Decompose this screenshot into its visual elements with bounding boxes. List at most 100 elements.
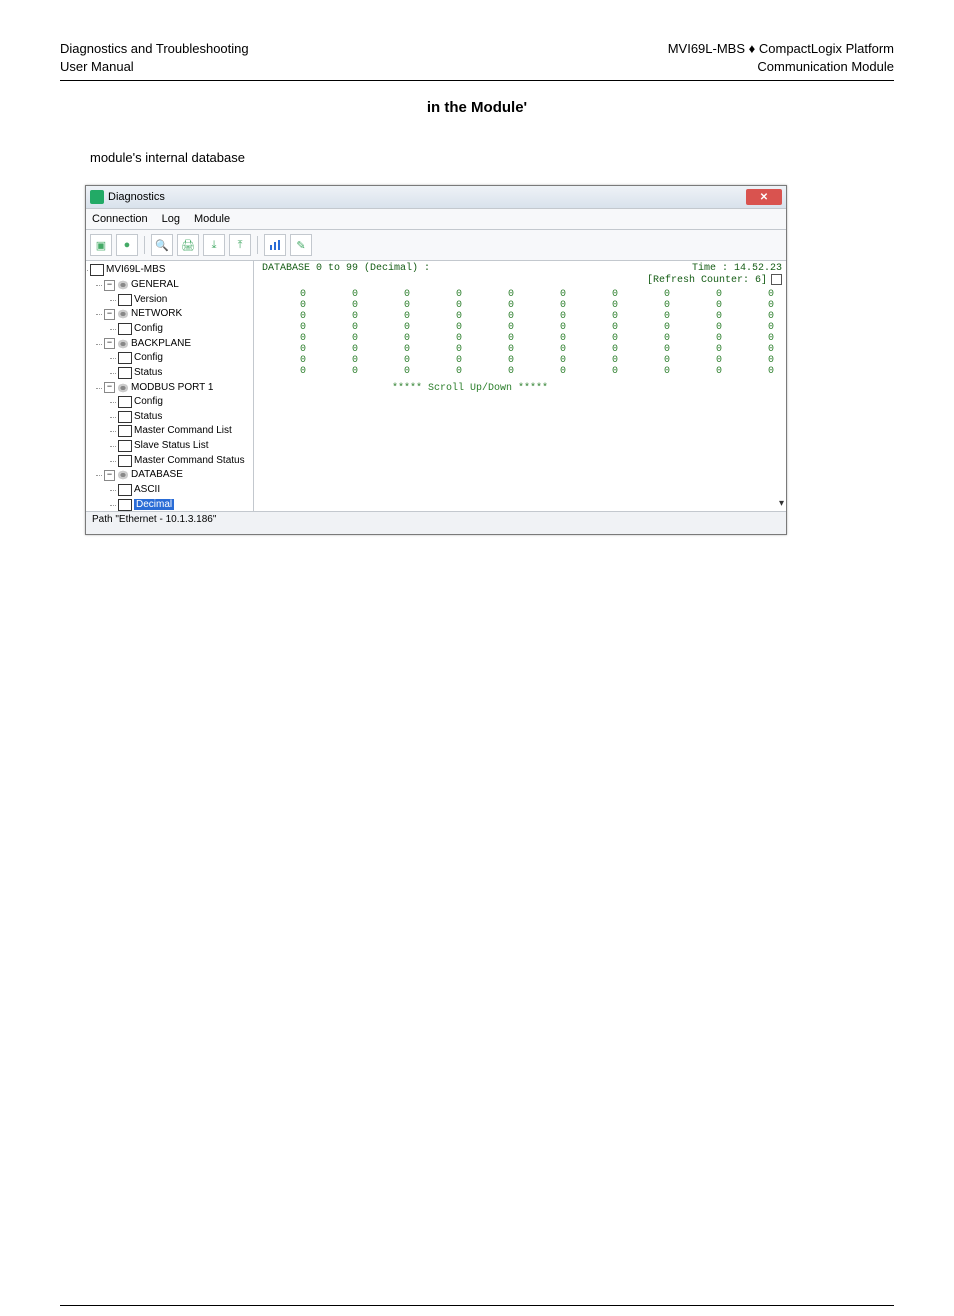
data-cell: 0 bbox=[314, 322, 366, 333]
data-cell: 0 bbox=[522, 355, 574, 366]
toolbar-btn-edit[interactable]: ✎ bbox=[290, 234, 312, 256]
data-row: 0000000000 bbox=[262, 366, 782, 377]
gear-icon bbox=[117, 339, 129, 349]
data-cell: 0 bbox=[366, 311, 418, 322]
toolbar-btn-zoom[interactable]: 🔍 bbox=[151, 234, 173, 256]
toolbar-btn-chart[interactable] bbox=[264, 234, 286, 256]
expander-icon[interactable]: − bbox=[104, 280, 115, 291]
data-cell: 0 bbox=[470, 322, 522, 333]
data-cell: 0 bbox=[262, 344, 314, 355]
tree-group[interactable]: −BACKPLANEConfigStatus bbox=[104, 337, 251, 381]
data-row: 0000000000 bbox=[262, 322, 782, 333]
data-cell: 0 bbox=[522, 333, 574, 344]
data-cell: 0 bbox=[730, 311, 782, 322]
statusbar-path: Path "Ethernet - 10.1.3.186" bbox=[92, 514, 216, 525]
data-cell: 0 bbox=[678, 311, 730, 322]
data-cell: 0 bbox=[418, 322, 470, 333]
data-cell: 0 bbox=[314, 311, 366, 322]
toolbar-btn-1[interactable]: ▣ bbox=[90, 234, 112, 256]
data-cell: 0 bbox=[522, 311, 574, 322]
gear-icon bbox=[117, 470, 129, 480]
toolbar-btn-upload[interactable]: ⤒ bbox=[229, 234, 251, 256]
app-icon bbox=[90, 190, 104, 204]
scroll-corner-icon[interactable]: ▾ bbox=[779, 498, 784, 509]
data-cell: 0 bbox=[366, 322, 418, 333]
tree-item[interactable]: Config bbox=[118, 395, 251, 410]
tree-item[interactable]: Status bbox=[118, 410, 251, 425]
data-cell: 0 bbox=[470, 311, 522, 322]
data-cell: 0 bbox=[418, 355, 470, 366]
data-cell: 0 bbox=[574, 333, 626, 344]
tree-item[interactable]: Status bbox=[118, 366, 251, 381]
tree-group[interactable]: −GENERALVersion bbox=[104, 278, 251, 307]
tree-item[interactable]: Master Command Status bbox=[118, 454, 251, 469]
data-cell: 0 bbox=[730, 333, 782, 344]
tree-item[interactable]: Version bbox=[118, 293, 251, 308]
data-cell: 0 bbox=[470, 344, 522, 355]
tree-pane[interactable]: MVI69L-MBS−GENERALVersion−NETWORKConfig−… bbox=[86, 261, 254, 511]
data-cell: 0 bbox=[470, 355, 522, 366]
data-cell: 0 bbox=[626, 355, 678, 366]
tree-item[interactable]: Config bbox=[118, 351, 251, 366]
data-cell: 0 bbox=[730, 300, 782, 311]
content-pane[interactable]: DATABASE 0 to 99 (Decimal) : Time : 14.5… bbox=[254, 261, 786, 511]
item-icon bbox=[118, 499, 132, 511]
item-icon bbox=[118, 455, 132, 467]
data-cell: 0 bbox=[678, 366, 730, 377]
tree-group[interactable]: −NETWORKConfig bbox=[104, 307, 251, 336]
window-title: Diagnostics bbox=[108, 191, 746, 203]
tree-item[interactable]: Master Command List bbox=[118, 424, 251, 439]
tree-item[interactable]: Decimal bbox=[118, 498, 251, 512]
tree-item[interactable]: Config bbox=[118, 322, 251, 337]
item-icon bbox=[118, 294, 132, 306]
data-cell: 0 bbox=[366, 289, 418, 300]
data-cell: 0 bbox=[470, 300, 522, 311]
tree-item[interactable]: ASCII bbox=[118, 483, 251, 498]
data-row: 0000000000 bbox=[262, 344, 782, 355]
refresh-counter: [Refresh Counter: 6] bbox=[647, 276, 767, 287]
data-cell: 0 bbox=[262, 355, 314, 366]
body-text: module's internal database bbox=[90, 150, 894, 165]
refresh-checkbox[interactable] bbox=[771, 274, 782, 285]
menubar: Connection Log Module bbox=[86, 209, 786, 230]
data-cell: 0 bbox=[678, 333, 730, 344]
expander-icon[interactable]: − bbox=[104, 309, 115, 320]
expander-icon[interactable]: − bbox=[104, 470, 115, 481]
data-cell: 0 bbox=[418, 333, 470, 344]
toolbar-btn-print[interactable]: 🖨 bbox=[177, 234, 199, 256]
data-cell: 0 bbox=[314, 333, 366, 344]
data-cell: 0 bbox=[730, 344, 782, 355]
data-cell: 0 bbox=[574, 366, 626, 377]
expander-icon[interactable]: − bbox=[104, 338, 115, 349]
tree-group[interactable]: −DATABASEASCIIDecimalHexFloat bbox=[104, 468, 251, 511]
data-cell: 0 bbox=[574, 289, 626, 300]
gear-icon bbox=[117, 309, 129, 319]
data-cell: 0 bbox=[366, 344, 418, 355]
data-cell: 0 bbox=[314, 289, 366, 300]
titlebar[interactable]: Diagnostics ✕ bbox=[86, 186, 786, 209]
item-icon bbox=[118, 425, 132, 437]
expander-icon[interactable]: − bbox=[104, 382, 115, 393]
tree-group[interactable]: −MODBUS PORT 1ConfigStatusMaster Command… bbox=[104, 381, 251, 469]
data-cell: 0 bbox=[522, 322, 574, 333]
item-icon bbox=[118, 440, 132, 452]
menu-module[interactable]: Module bbox=[194, 213, 230, 225]
close-button[interactable]: ✕ bbox=[746, 189, 782, 205]
tree-root-node[interactable]: MVI69L-MBS−GENERALVersion−NETWORKConfig−… bbox=[90, 263, 251, 511]
toolbar-btn-download[interactable]: ⤓ bbox=[203, 234, 225, 256]
data-cell: 0 bbox=[626, 344, 678, 355]
data-cell: 0 bbox=[678, 355, 730, 366]
data-cell: 0 bbox=[730, 366, 782, 377]
toolbar-btn-2[interactable]: ● bbox=[116, 234, 138, 256]
data-cell: 0 bbox=[366, 366, 418, 377]
data-cell: 0 bbox=[418, 366, 470, 377]
menu-connection[interactable]: Connection bbox=[92, 213, 148, 225]
data-cell: 0 bbox=[418, 311, 470, 322]
data-cell: 0 bbox=[418, 300, 470, 311]
data-row: 0000000000 bbox=[262, 289, 782, 300]
data-cell: 0 bbox=[470, 366, 522, 377]
tree-item[interactable]: Slave Status List bbox=[118, 439, 251, 454]
data-row: 0000000000 bbox=[262, 355, 782, 366]
data-cell: 0 bbox=[626, 333, 678, 344]
menu-log[interactable]: Log bbox=[162, 213, 180, 225]
